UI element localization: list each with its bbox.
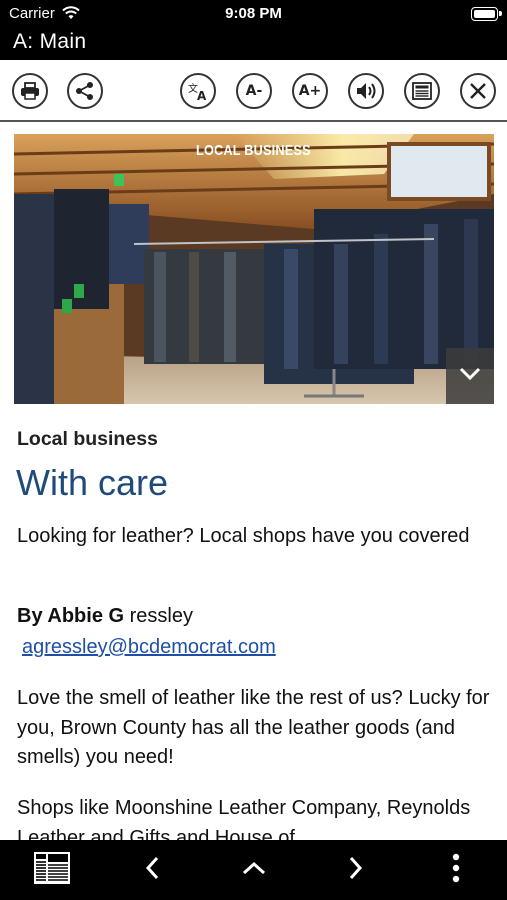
print-button[interactable] [12, 73, 48, 109]
next-article-button[interactable] [334, 850, 378, 890]
more-vertical-icon [452, 853, 460, 888]
font-increase-label: A+ [298, 83, 322, 99]
close-icon [469, 82, 487, 100]
page-view-button[interactable] [404, 73, 440, 109]
listen-button[interactable] [348, 73, 384, 109]
article-byline: By Abbie G ressley [17, 605, 193, 628]
chevron-up-icon [242, 861, 266, 880]
article-kicker: Local business [17, 428, 158, 450]
close-button[interactable] [460, 73, 496, 109]
bottom-navigation-bar [0, 840, 507, 900]
article-subhead: Looking for leather? Local shops have yo… [17, 525, 470, 547]
page-title: A: Main [13, 30, 87, 53]
article-toolbar: 文 A A- A+ [0, 60, 507, 122]
more-options-button[interactable] [434, 850, 478, 890]
chevron-down-icon [459, 367, 481, 386]
svg-text:A: A [197, 89, 207, 101]
title-bar: A: Main [0, 28, 507, 60]
newspaper-icon [412, 82, 432, 100]
chevron-right-icon [349, 856, 363, 885]
byline-author-bold: Abbie G [47, 605, 125, 627]
article-headline: With care [16, 462, 169, 503]
status-time: 9:08 PM [225, 5, 282, 22]
translate-icon: 文 A [187, 81, 209, 101]
leather-shop-photo [14, 134, 494, 404]
speaker-icon [355, 82, 377, 100]
font-decrease-label: A- [245, 83, 263, 99]
battery-icon [471, 7, 502, 21]
share-icon [75, 81, 95, 101]
article-hero-image[interactable]: LOCAL BUSINESS [14, 134, 494, 404]
printer-icon [20, 82, 40, 100]
hero-image-label: LOCAL BUSINESS [196, 142, 311, 159]
status-bar: Carrier 9:08 PM [0, 0, 507, 28]
pages-button[interactable] [30, 850, 74, 890]
author-email-link[interactable]: agressley@bcdemocrat.com [22, 636, 276, 659]
chevron-left-icon [145, 856, 159, 885]
translate-button[interactable]: 文 A [180, 73, 216, 109]
article-paragraph: Love the smell of leather like the rest … [17, 687, 490, 768]
font-increase-button[interactable]: A+ [292, 73, 328, 109]
font-decrease-button[interactable]: A- [236, 73, 272, 109]
newspaper-pages-icon [32, 850, 72, 891]
article-content[interactable]: LOCAL BUSINESS Local business With care … [0, 122, 507, 840]
previous-article-button[interactable] [130, 850, 174, 890]
byline-author-rest: ressley [124, 605, 193, 627]
share-button[interactable] [67, 73, 103, 109]
byline-prefix: By [17, 605, 48, 627]
article-paragraph: Shops like Moonshine Leather Company, Re… [17, 797, 471, 840]
scroll-top-button[interactable] [232, 850, 276, 890]
expand-image-button[interactable] [446, 348, 494, 404]
